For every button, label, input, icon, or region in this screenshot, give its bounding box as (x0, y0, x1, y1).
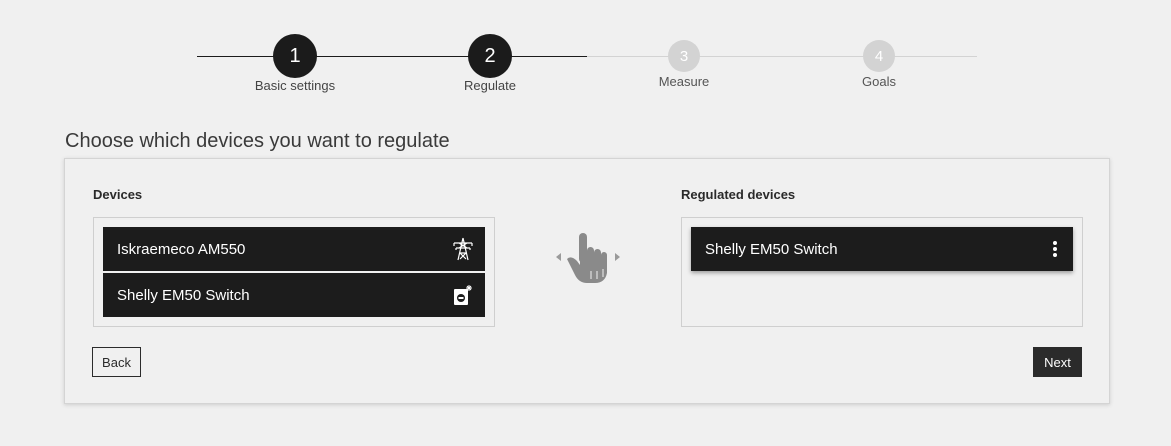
smart-plug-icon (451, 283, 475, 307)
drag-hand-icon (553, 229, 623, 289)
device-name: Shelly EM50 Switch (117, 286, 250, 304)
progress-stepper: 1 Basic settings 2 Regulate 3 Measure 4 … (0, 0, 1171, 110)
devices-list[interactable]: Iskraemeco AM550 Shelly EM50 Switch (93, 217, 495, 327)
regulated-device-item-shelly[interactable]: Shelly EM50 Switch (691, 227, 1073, 271)
step-basic-settings[interactable]: 1 Basic settings (215, 0, 375, 93)
device-item-iskraemeco[interactable]: Iskraemeco AM550 (103, 227, 485, 271)
regulation-card: Devices Regulated devices Iskraemeco AM5… (64, 158, 1110, 404)
next-button[interactable]: Next (1033, 347, 1082, 377)
step-number: 4 (863, 40, 895, 72)
power-pylon-icon (451, 237, 475, 261)
step-number: 3 (668, 40, 700, 72)
device-name: Iskraemeco AM550 (117, 240, 246, 258)
step-label: Regulate (463, 78, 517, 93)
page-title: Choose which devices you want to regulat… (65, 130, 450, 152)
device-name: Shelly EM50 Switch (705, 240, 838, 258)
regulated-devices-list[interactable]: Shelly EM50 Switch (681, 217, 1083, 327)
device-item-shelly[interactable]: Shelly EM50 Switch (103, 273, 485, 317)
step-goals: 4 Goals (799, 0, 959, 89)
back-button[interactable]: Back (92, 347, 141, 377)
step-label: Basic settings (254, 78, 336, 93)
step-label: Goals (862, 74, 896, 89)
step-measure: 3 Measure (604, 0, 764, 89)
more-vertical-icon[interactable] (1043, 237, 1067, 261)
step-number: 1 (273, 34, 317, 78)
devices-heading: Devices (93, 187, 143, 202)
regulated-devices-heading: Regulated devices (681, 187, 796, 202)
step-label: Measure (658, 74, 710, 89)
step-regulate[interactable]: 2 Regulate (410, 0, 570, 93)
step-number: 2 (468, 34, 512, 78)
